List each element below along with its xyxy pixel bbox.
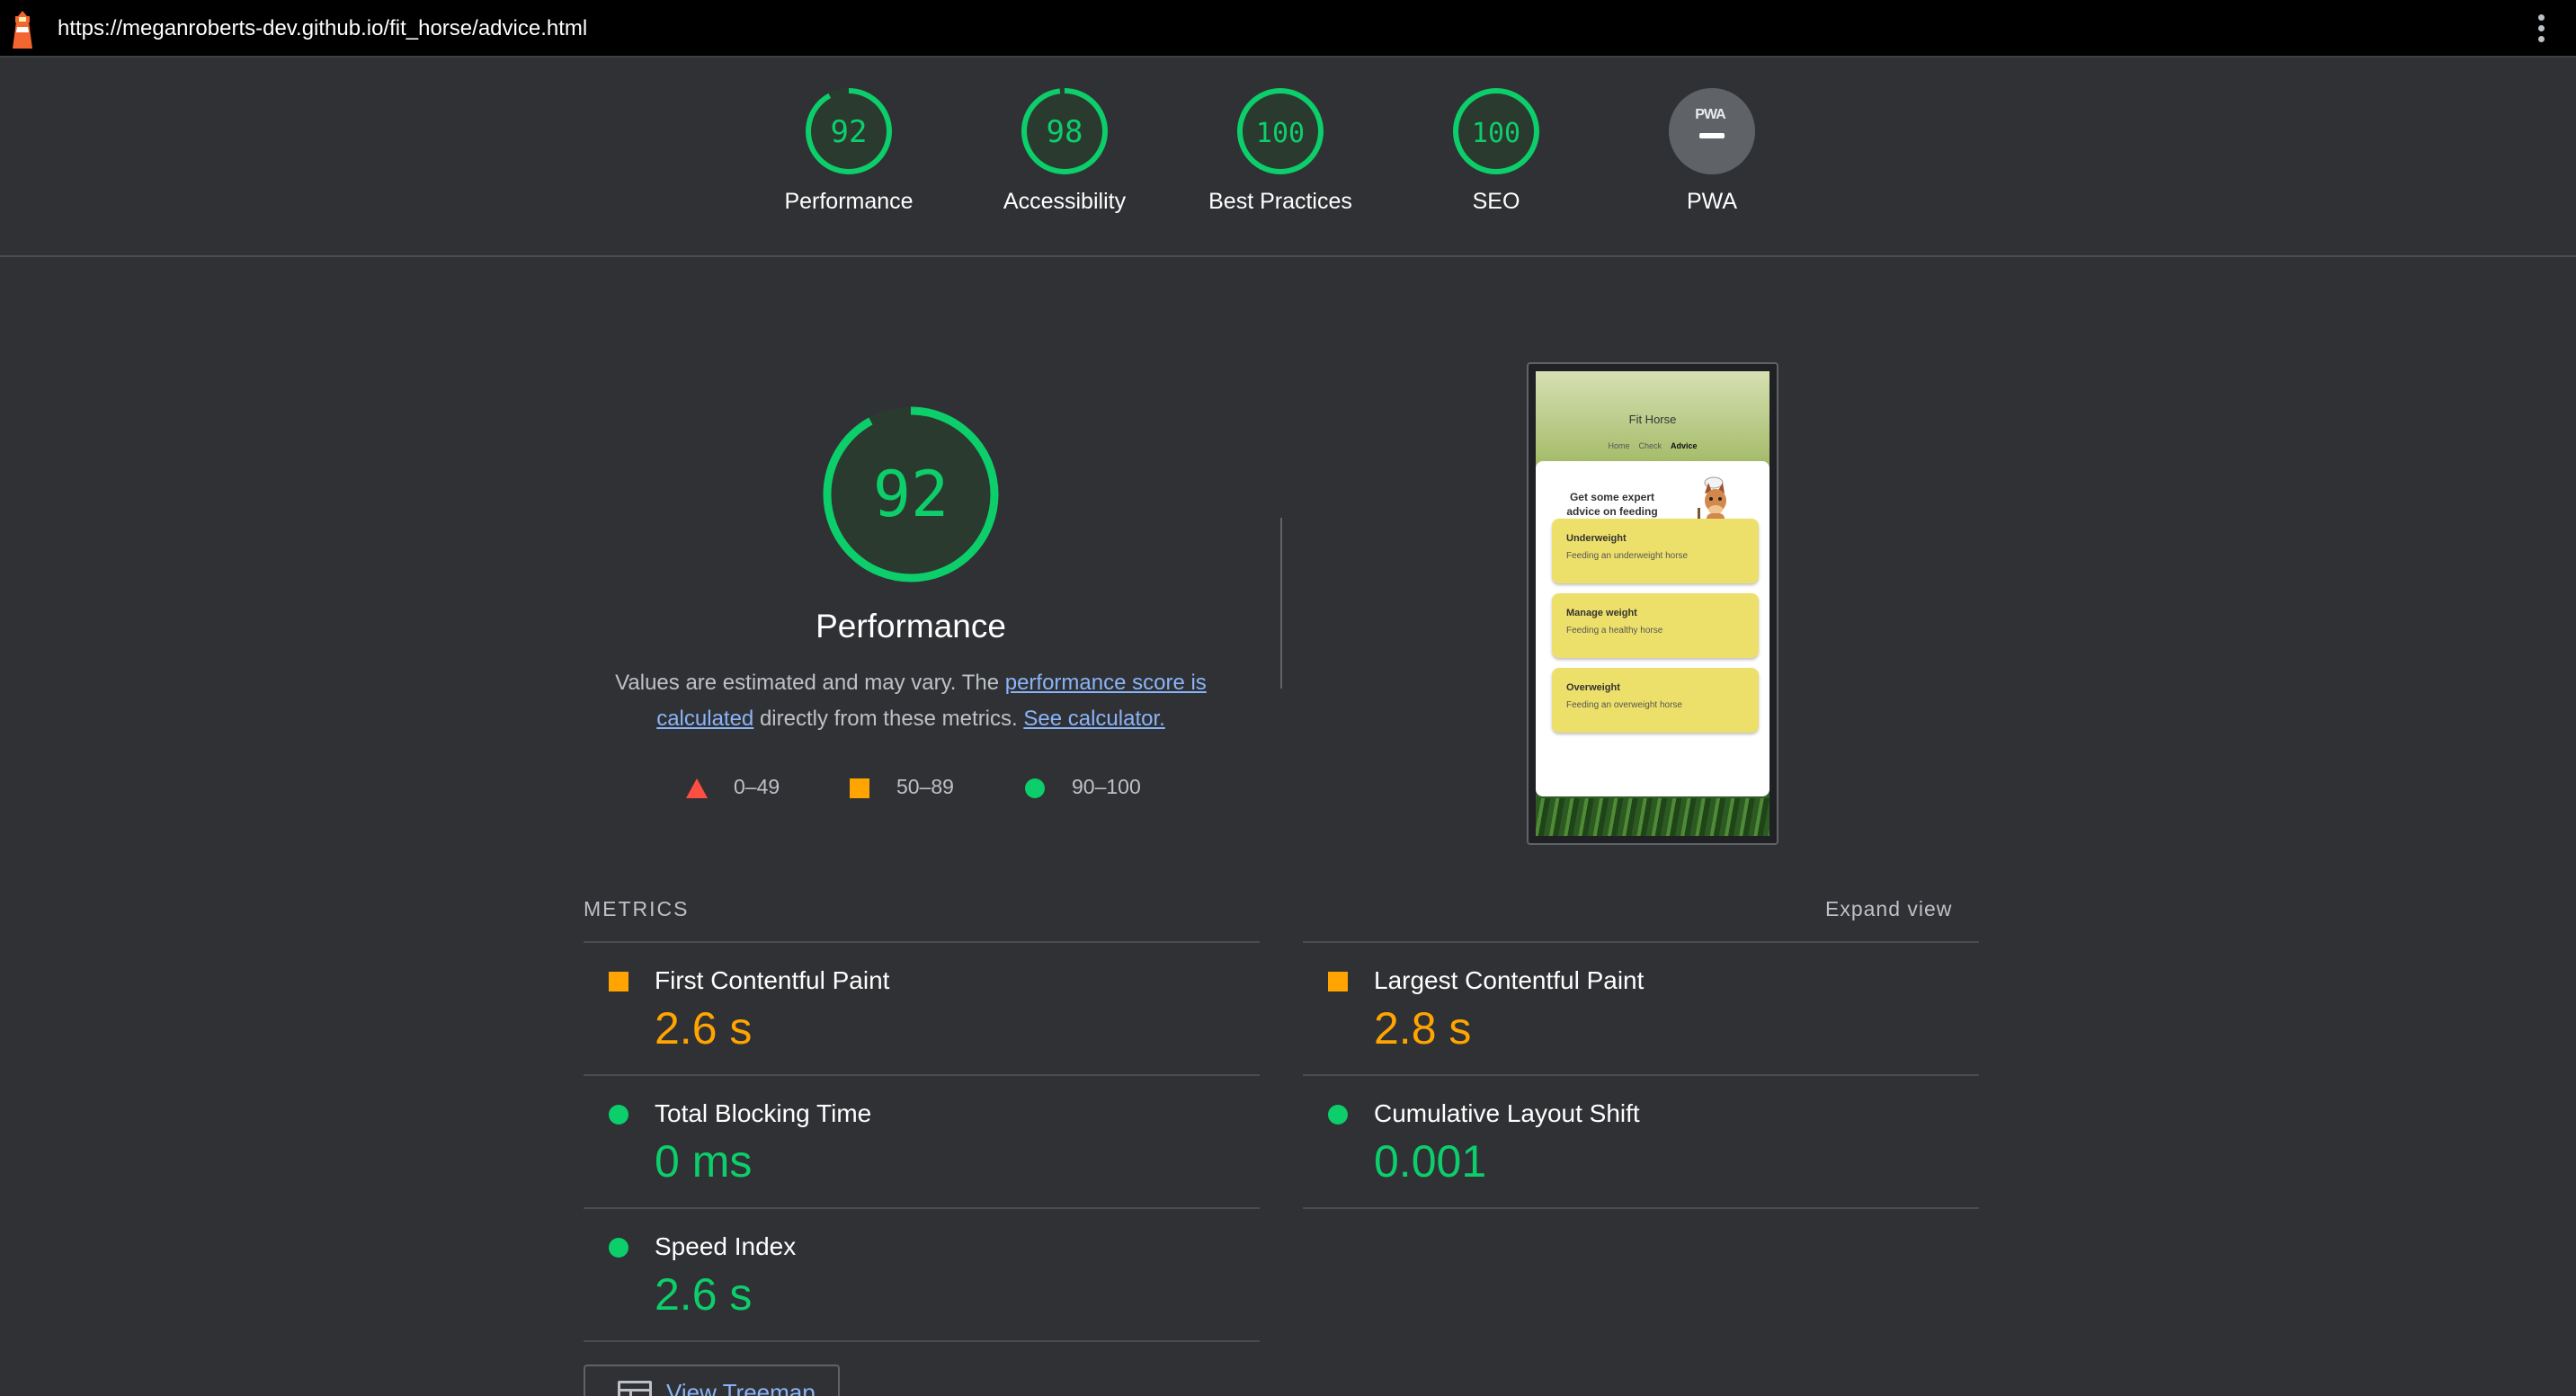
metric-value: 2.8 s — [1374, 1003, 1472, 1054]
svg-text:98: 98 — [1047, 114, 1083, 150]
option-underweight: Underweight Feeding an underweight horse — [1552, 519, 1759, 583]
circle-icon — [609, 1238, 628, 1258]
grass-footer — [1536, 798, 1769, 836]
metric-cumulative-layout-shift: Cumulative Layout Shift 0.001 — [1303, 1074, 1979, 1207]
metric-speed-index: Speed Index 2.6 s — [584, 1207, 1260, 1340]
expand-view-toggle[interactable]: Expand view — [1825, 897, 1952, 921]
performance-main-gauge: 92 — [794, 405, 1028, 584]
pwa-badge-icon: PWA — [1669, 88, 1755, 174]
treemap-button-label: View Treemap — [666, 1379, 816, 1396]
svg-text:PWA: PWA — [1695, 107, 1726, 122]
performance-description: Values are estimated and may vary. The p… — [596, 665, 1226, 737]
nav-check: Check — [1638, 441, 1662, 450]
option-title: Manage weight — [1566, 608, 1637, 618]
svg-text:100: 100 — [1256, 118, 1305, 149]
lighthouse-icon — [13, 11, 32, 49]
description-text: Values are estimated and may vary. The — [615, 671, 1005, 695]
svg-text:92: 92 — [831, 114, 868, 150]
gauge-pwa[interactable]: PWA PWA — [1622, 86, 1802, 215]
option-subtitle: Feeding a healthy horse — [1566, 626, 1663, 636]
divider — [584, 1340, 1260, 1342]
top-bar: https://meganroberts-dev.github.io/fit_h… — [0, 0, 2576, 58]
metric-value: 2.6 s — [655, 1003, 753, 1054]
divider — [1303, 1207, 1979, 1209]
gauge-label: SEO — [1472, 189, 1520, 214]
circle-icon — [1025, 778, 1045, 798]
option-title: Overweight — [1566, 682, 1620, 693]
svg-text:92: 92 — [873, 458, 949, 531]
square-icon — [609, 972, 628, 991]
advice-card: Get some expert advice on feeding your h… — [1536, 461, 1769, 796]
legend-range: 50–89 — [896, 775, 954, 798]
metrics-header: METRICS — [584, 897, 690, 920]
metric-value: 2.6 s — [655, 1269, 753, 1320]
performance-score-ring: 92 — [823, 406, 999, 582]
metric-label: Speed Index — [655, 1232, 797, 1260]
gauge-accessibility[interactable]: 98 Accessibility — [975, 86, 1154, 215]
option-subtitle: Feeding an underweight horse — [1566, 551, 1689, 561]
legend-range: 0–49 — [734, 775, 780, 798]
final-screenshot[interactable]: Fit Horse Home Check Advice Get some exper… — [1527, 362, 1778, 845]
description-text: directly from these metrics. — [753, 707, 1024, 731]
legend-range: 90–100 — [1072, 775, 1141, 798]
score-ring: 100 — [1237, 88, 1324, 174]
option-subtitle: Feeding an overweight horse — [1566, 700, 1682, 710]
metric-largest-contentful-paint: Largest Contentful Paint 2.8 s — [1303, 941, 1979, 1074]
nav-advice: Advice — [1671, 441, 1698, 450]
option-title: Underweight — [1566, 533, 1627, 544]
option-manage-weight: Manage weight Feeding a healthy horse — [1552, 593, 1759, 658]
gauge-best-practices[interactable]: 100 Best Practices — [1190, 86, 1370, 215]
gauge-label: Accessibility — [1003, 189, 1127, 214]
metric-label: Largest Contentful Paint — [1374, 966, 1645, 994]
divider — [1280, 518, 1282, 689]
svg-text:100: 100 — [1472, 118, 1520, 149]
gauge-label: Performance — [784, 189, 914, 214]
circle-icon — [609, 1105, 628, 1125]
score-ring: 92 — [806, 88, 892, 174]
gauge-label: Best Practices — [1208, 189, 1352, 214]
square-icon — [850, 778, 869, 798]
metric-total-blocking-time: Total Blocking Time 0 ms — [584, 1074, 1260, 1207]
triangle-icon — [686, 778, 708, 798]
treemap-icon — [618, 1381, 652, 1396]
screenshot-content: Fit Horse Home Check Advice Get some exper… — [1536, 371, 1769, 836]
gauge-label: PWA — [1686, 189, 1738, 214]
metric-label: Cumulative Layout Shift — [1374, 1099, 1640, 1127]
metric-label: Total Blocking Time — [655, 1099, 872, 1127]
score-ring: 98 — [1021, 88, 1108, 174]
nav-home: Home — [1608, 441, 1630, 450]
see-calculator-link[interactable]: See calculator. — [1023, 707, 1164, 731]
circle-icon — [1328, 1105, 1348, 1125]
category-summary: 92 Performance 98 Accessibility 100 Best… — [0, 59, 2576, 257]
site-title: Fit Horse — [1628, 413, 1677, 426]
metric-value: 0 ms — [655, 1136, 753, 1187]
view-treemap-button[interactable]: View Treemap — [584, 1365, 840, 1396]
kebab-menu-icon[interactable] — [2538, 14, 2545, 43]
performance-title: Performance — [816, 608, 1006, 645]
gauge-performance[interactable]: 92 Performance — [759, 86, 939, 215]
square-icon — [1328, 972, 1348, 991]
metric-first-contentful-paint: First Contentful Paint 2.6 s — [584, 941, 1260, 1074]
metric-value: 0.001 — [1374, 1136, 1487, 1187]
gauge-seo[interactable]: 100 SEO — [1406, 86, 1586, 215]
site-nav: Home Check Advice — [1536, 441, 1769, 450]
metric-label: First Contentful Paint — [655, 966, 890, 994]
page-url: https://meganroberts-dev.github.io/fit_h… — [58, 16, 588, 40]
score-ring: 100 — [1453, 88, 1539, 174]
option-overweight: Overweight Feeding an overweight horse — [1552, 668, 1759, 733]
